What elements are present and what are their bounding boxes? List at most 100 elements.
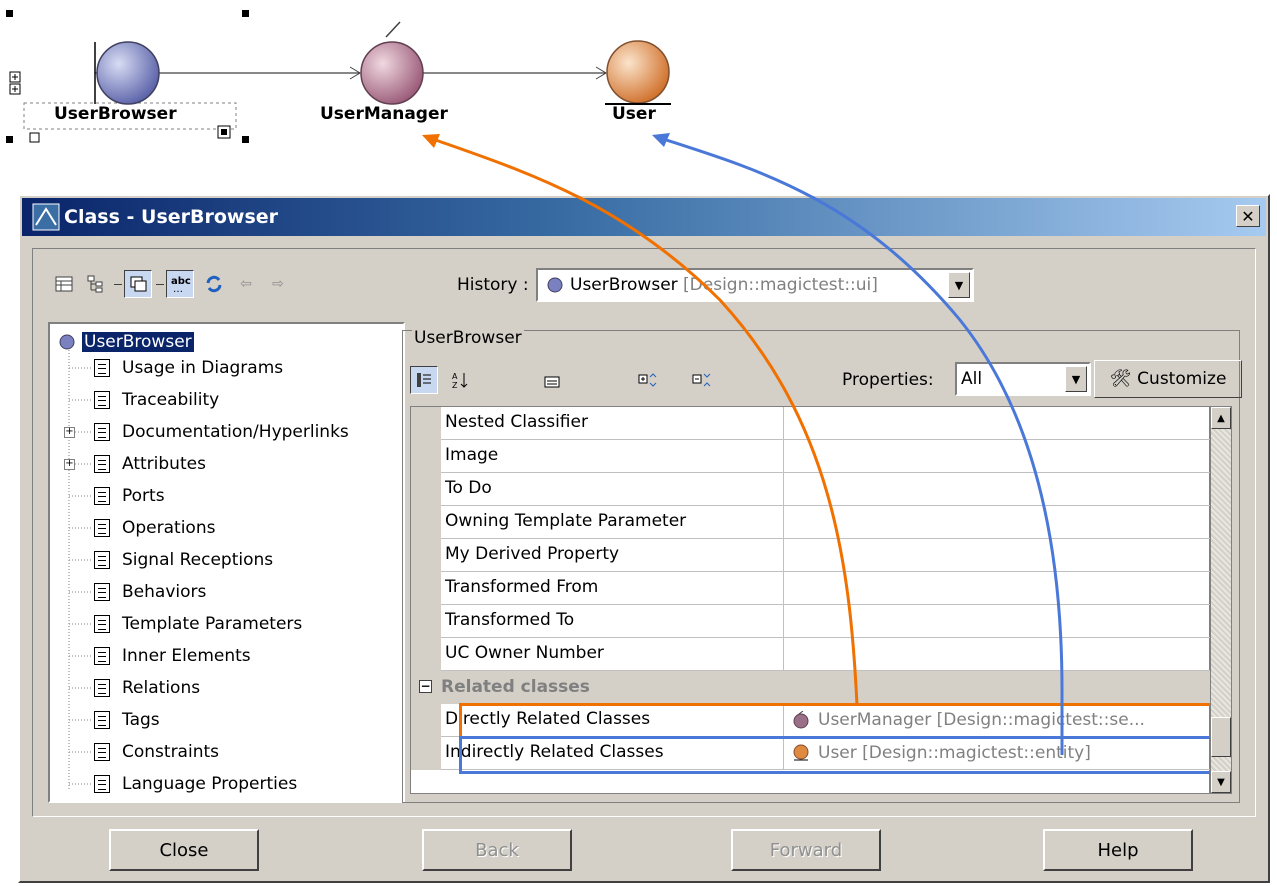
class-specification-dialog: Class - UserBrowser ✕ abc… ⇦ ⇨ History :… (18, 194, 1270, 883)
close-button[interactable]: Close (109, 829, 259, 871)
class-icon (547, 277, 563, 293)
properties-filter-label: Properties: (842, 370, 934, 390)
tree-item-label: Attributes (122, 454, 206, 474)
forward-button[interactable]: Forward (731, 829, 881, 871)
tree-item-operations[interactable]: Operations (94, 512, 215, 544)
expand-icon[interactable] (9, 71, 21, 95)
selection-handle[interactable] (242, 10, 249, 17)
chevron-down-icon[interactable]: ▼ (1065, 366, 1087, 392)
scroll-down-icon[interactable]: ▼ (1211, 771, 1231, 793)
category-row[interactable]: − Related classes (411, 671, 1211, 704)
document-icon (94, 615, 110, 633)
table-row[interactable]: Image (411, 440, 1211, 473)
tree-item-behaviors[interactable]: Behaviors (94, 576, 206, 608)
forward-arrow-icon[interactable]: ⇨ (264, 270, 292, 298)
property-name: My Derived Property (441, 539, 784, 572)
diagram-area: UserBrowser UserManager User (0, 0, 1277, 190)
table-view-icon[interactable] (50, 270, 78, 298)
sort-alphabetical-icon[interactable]: AZ (446, 366, 474, 394)
tree-item-tags[interactable]: Tags (94, 704, 160, 736)
tree-item-constraints[interactable]: Constraints (94, 736, 219, 768)
tree-item-signal-receptions[interactable]: Signal Receptions (94, 544, 273, 576)
property-name: Nested Classifier (441, 407, 784, 440)
table-row[interactable]: My Derived Property (411, 539, 1211, 572)
tree-item-language-properties[interactable]: Language Properties (94, 768, 297, 800)
tree-item-label: Constraints (122, 742, 219, 762)
tree-item-attributes[interactable]: Attributes (94, 448, 206, 480)
collapse-all-icon[interactable] (688, 366, 716, 394)
tree-item-label: Language Properties (122, 774, 298, 794)
expand-toggle[interactable]: + (64, 459, 75, 470)
property-grid[interactable]: Nested Classifier Image To Do Owning Tem… (410, 406, 1231, 794)
property-value[interactable] (784, 440, 1211, 473)
table-row[interactable]: To Do (411, 473, 1211, 506)
table-row[interactable]: Transformed From (411, 572, 1211, 605)
customize-button[interactable]: 🛠 Customize (1094, 360, 1242, 398)
element-label-userbrowser[interactable]: UserBrowser (54, 104, 177, 124)
back-button[interactable]: Back (422, 829, 572, 871)
tree-item-traceability[interactable]: Traceability (94, 384, 219, 416)
boundary-icon[interactable] (94, 41, 160, 105)
expand-all-icon[interactable] (634, 366, 662, 394)
property-value[interactable] (784, 638, 1211, 671)
table-row[interactable]: UC Owner Number (411, 638, 1211, 671)
selection-handle[interactable] (6, 136, 13, 143)
title-bar[interactable]: Class - UserBrowser ✕ (22, 198, 1266, 236)
tree-item-label: Signal Receptions (122, 550, 274, 570)
selection-handle[interactable] (6, 10, 13, 17)
expand-toggle[interactable]: + (64, 427, 75, 438)
chevron-down-icon[interactable]: ▼ (948, 272, 970, 298)
category-label: Related classes (441, 677, 590, 697)
property-name: UC Owner Number (441, 638, 784, 671)
property-name: Transformed From (441, 572, 784, 605)
resize-handle[interactable] (29, 132, 40, 143)
close-window-button[interactable]: ✕ (1236, 205, 1260, 227)
help-button[interactable]: Help (1043, 829, 1193, 871)
table-row[interactable]: Transformed To (411, 605, 1211, 638)
window-icon[interactable] (124, 270, 152, 298)
refresh-icon[interactable] (200, 270, 228, 298)
tree-item-template-parameters[interactable]: Template Parameters (94, 608, 302, 640)
collapse-toggle[interactable]: − (419, 680, 432, 693)
document-icon (94, 455, 110, 473)
entity-icon[interactable] (605, 40, 671, 105)
tree-item-label: Ports (122, 486, 165, 506)
property-value[interactable] (784, 605, 1211, 638)
property-value[interactable] (784, 407, 1211, 440)
document-icon (94, 711, 110, 729)
separator (114, 284, 122, 285)
categorized-view-icon[interactable] (410, 366, 438, 394)
property-value[interactable] (784, 506, 1211, 539)
properties-filter-dropdown[interactable]: All ▼ (955, 362, 1091, 396)
navigation-tree[interactable]: UserBrowser + + Usage in Diagrams Tracea… (48, 322, 405, 803)
description-icon[interactable] (538, 368, 566, 396)
table-row[interactable]: Nested Classifier (411, 407, 1211, 440)
tree-item-relations[interactable]: Relations (94, 672, 200, 704)
group-title: UserBrowser (412, 328, 524, 348)
control-icon[interactable] (360, 21, 424, 105)
property-value[interactable] (784, 539, 1211, 572)
element-label-usermanager[interactable]: UserManager (320, 104, 448, 124)
tree-item-label: Behaviors (122, 582, 207, 602)
app-icon (32, 203, 60, 231)
highlight-directly-related (459, 703, 1231, 739)
element-label-user[interactable]: User (612, 104, 656, 124)
tree-item-inner-elements[interactable]: Inner Elements (94, 640, 251, 672)
document-icon (94, 583, 110, 601)
tree-item-usage-in-diagrams[interactable]: Usage in Diagrams (94, 352, 283, 384)
history-dropdown[interactable]: UserBrowser [Design::magictest::ui] ▼ (536, 268, 974, 302)
back-arrow-icon[interactable]: ⇦ (232, 270, 260, 298)
table-row[interactable]: Owning Template Parameter (411, 506, 1211, 539)
tree-view-icon[interactable] (82, 270, 110, 298)
selection-handle[interactable] (242, 136, 249, 143)
tree-item-documentation[interactable]: Documentation/Hyperlinks (94, 416, 349, 448)
property-value[interactable] (784, 473, 1211, 506)
vertical-scrollbar[interactable]: ▲ ▼ (1210, 406, 1232, 794)
tree-item-ports[interactable]: Ports (94, 480, 165, 512)
document-icon (94, 519, 110, 537)
scroll-thumb[interactable] (1211, 717, 1231, 757)
scroll-up-icon[interactable]: ▲ (1211, 407, 1231, 429)
tools-icon: 🛠 (1109, 369, 1132, 389)
property-value[interactable] (784, 572, 1211, 605)
abc-icon[interactable]: abc… (166, 270, 194, 298)
